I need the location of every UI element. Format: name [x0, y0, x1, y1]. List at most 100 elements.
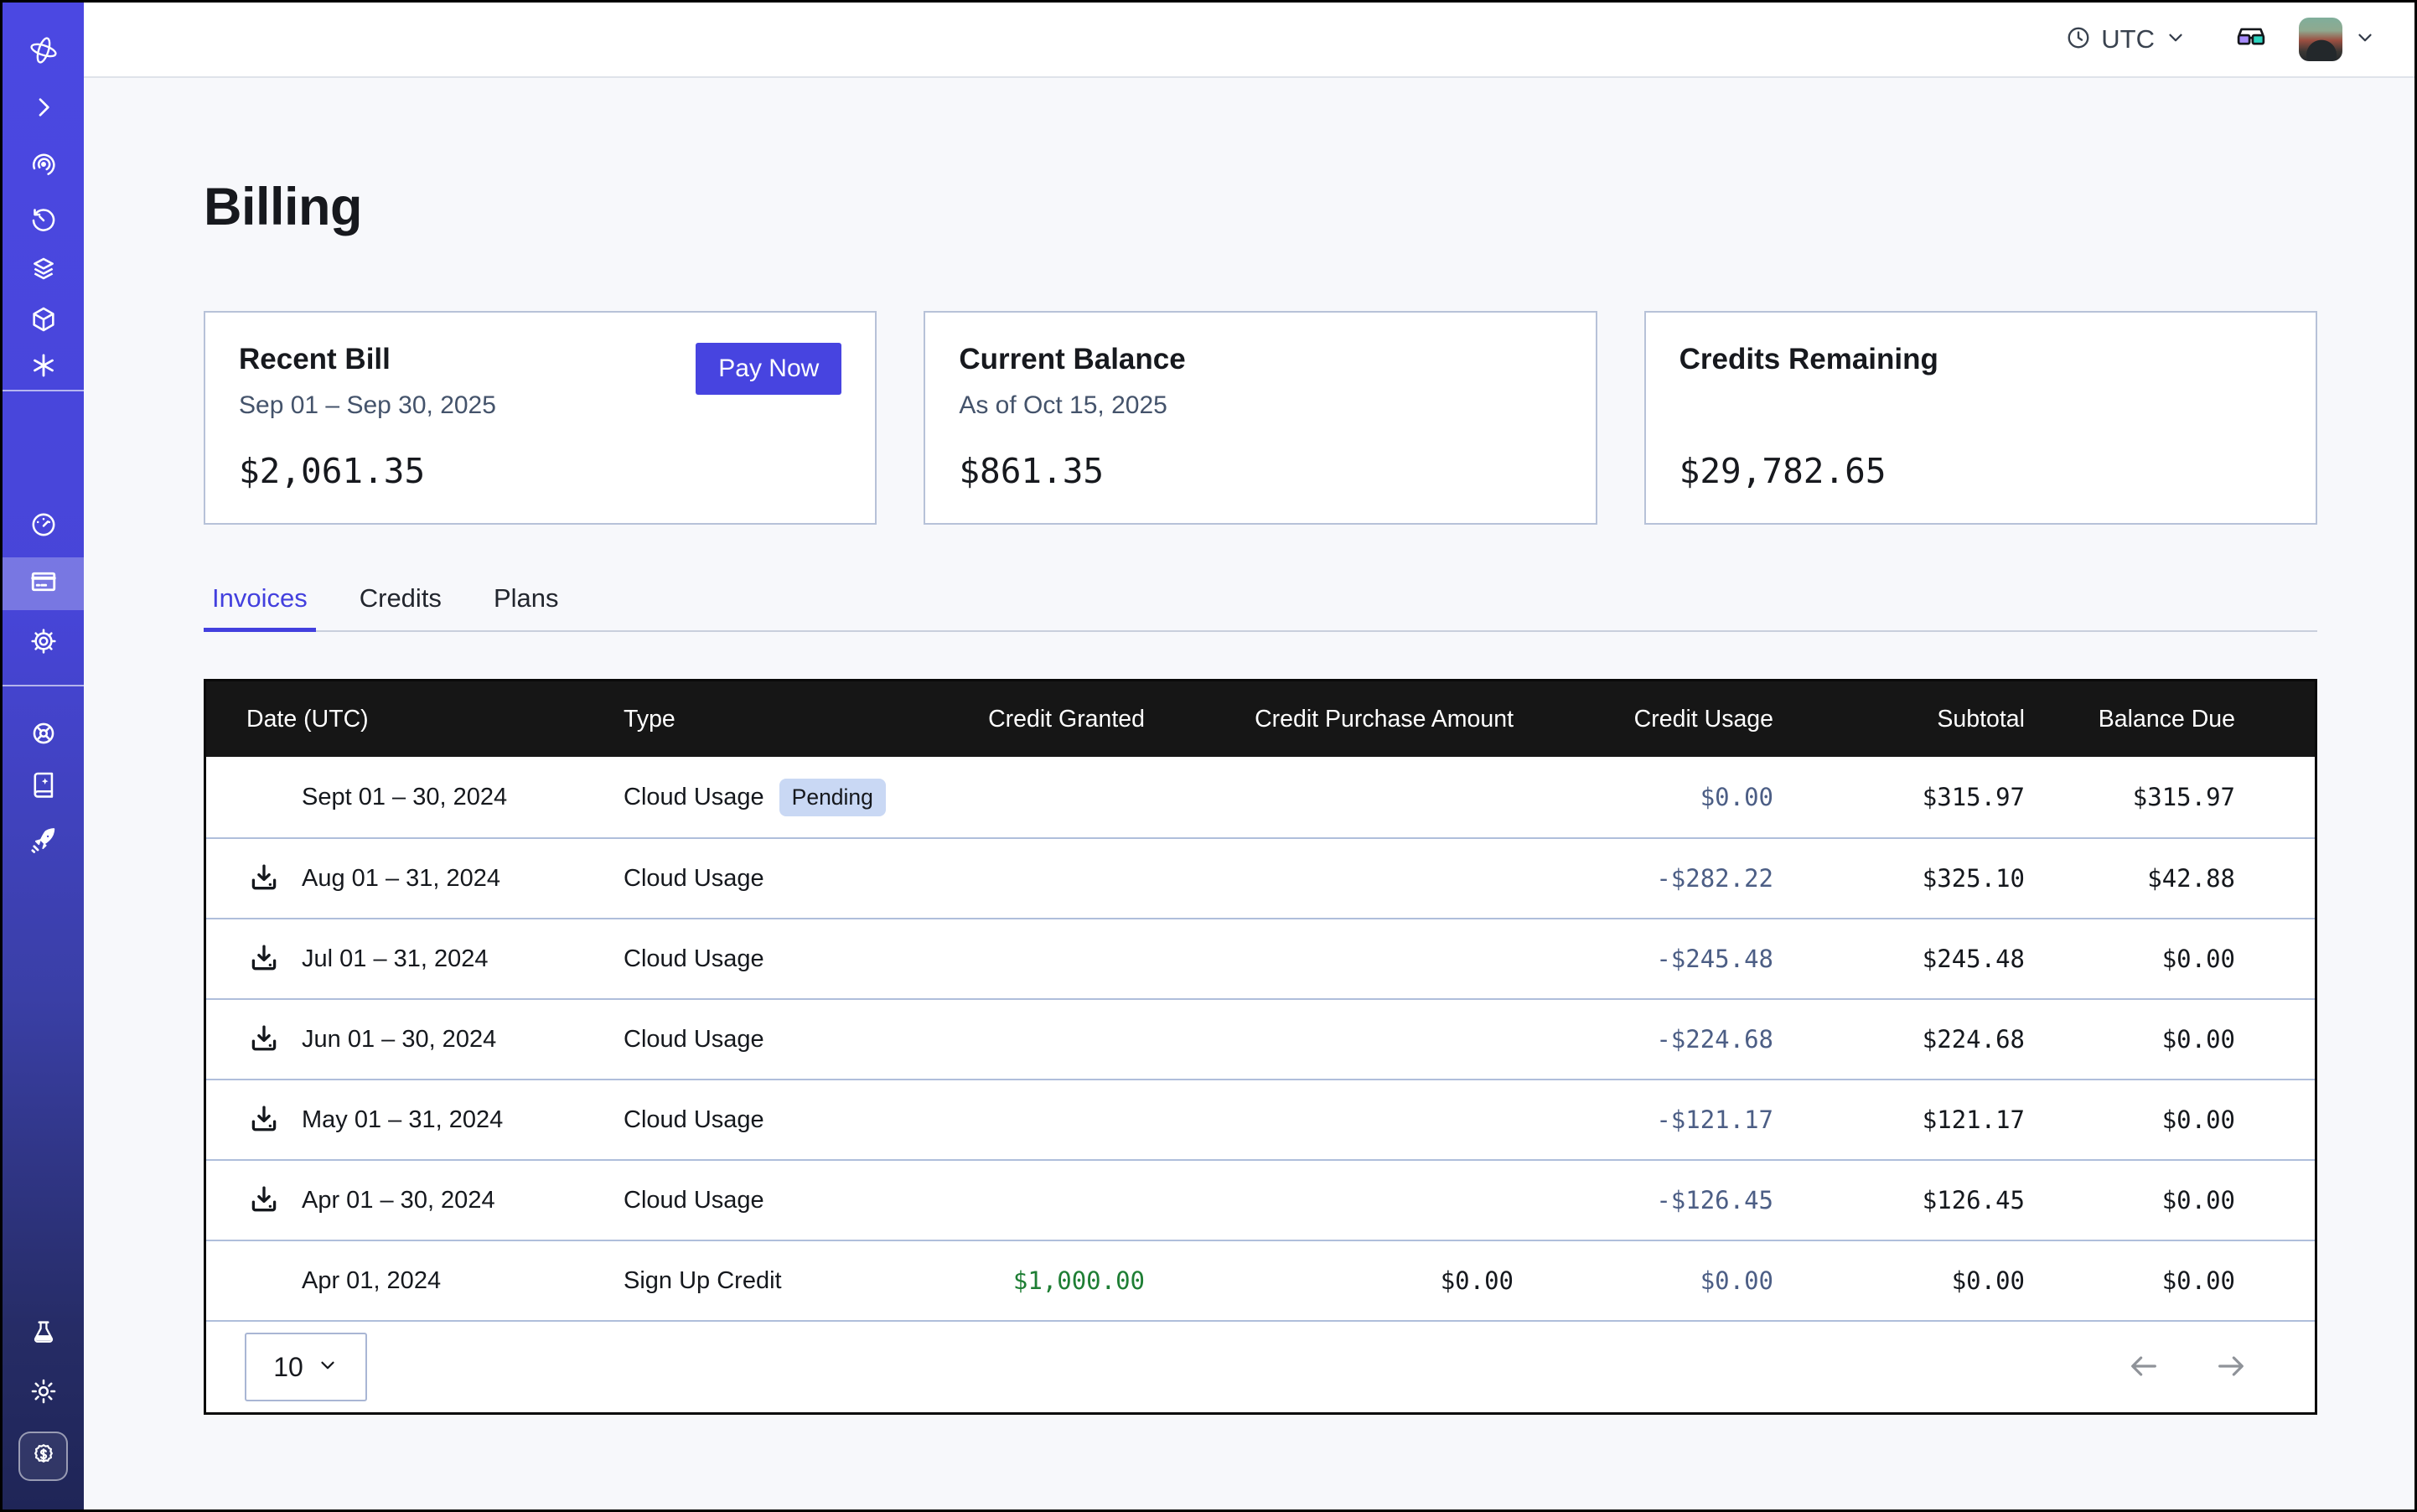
sidebar-item-dashboard[interactable]: [3, 505, 84, 545]
invoice-row: Sept 01 – 30, 2024Cloud UsagePending$0.0…: [206, 757, 2315, 837]
expand-sidebar-button[interactable]: [3, 87, 84, 127]
credit-usage-value: $0.00: [1514, 783, 1773, 811]
main-area: UTC Billing Recent Bill: [84, 3, 2414, 1509]
sidebar-item-admin[interactable]: [3, 713, 84, 753]
download-invoice-button[interactable]: [246, 861, 302, 896]
subtotal-value: $325.10: [1773, 864, 2025, 893]
arrow-left-icon: [2127, 1349, 2161, 1385]
column-header-credit-usage: Credit Usage: [1514, 706, 1773, 733]
credit-usage-value: -$282.22: [1514, 864, 1773, 893]
page-title: Billing: [204, 177, 2317, 237]
column-header-balance-due: Balance Due: [2025, 706, 2315, 733]
orbit-logo-icon: [28, 34, 60, 66]
credit-usage-value: $0.00: [1514, 1266, 1773, 1295]
theme-toggle-button[interactable]: [3, 1371, 84, 1411]
pager-arrows: [2127, 1349, 2248, 1385]
credit-card-icon: [28, 567, 59, 601]
tab-invoices[interactable]: Invoices: [204, 583, 316, 632]
download-icon[interactable]: [246, 1022, 282, 1057]
invoice-date: Jun 01 – 30, 2024: [302, 1026, 496, 1054]
sidebar-item-observe[interactable]: [3, 144, 84, 184]
user-menu[interactable]: [2299, 18, 2376, 61]
invoice-date: Sept 01 – 30, 2024: [302, 784, 507, 811]
balance-due-value: $0.00: [2025, 1266, 2315, 1295]
billing-page: Billing Recent Bill Sep 01 – Sep 30, 202…: [84, 78, 2414, 1415]
invoice-row: Apr 01, 2024Sign Up Credit$1,000.00$0.00…: [206, 1240, 2315, 1320]
cube-icon: [29, 305, 58, 334]
balance-due-value: $0.00: [2025, 1186, 2315, 1214]
current-balance-card: Current Balance As of Oct 15, 2025 $861.…: [924, 311, 1597, 525]
sidebar-item-history[interactable]: [3, 200, 84, 241]
invoice-date: Apr 01, 2024: [302, 1267, 441, 1295]
page-size-value: 10: [273, 1352, 303, 1383]
billing-period: Sep 01 – Sep 30, 2025: [239, 391, 841, 420]
clock-icon: [2066, 25, 2091, 54]
sidebar-item-services[interactable]: [3, 345, 84, 386]
app-logo[interactable]: [3, 30, 84, 70]
page-size-select[interactable]: 10: [245, 1333, 367, 1401]
column-header-subtotal: Subtotal: [1773, 706, 2025, 733]
subtotal-value: $0.00: [1773, 1266, 2025, 1295]
avatar: [2299, 18, 2342, 61]
download-icon[interactable]: [246, 941, 282, 976]
download-icon[interactable]: [246, 1183, 282, 1218]
column-header-credit-purchase-amount: Credit Purchase Amount: [1145, 706, 1514, 733]
dollar-badge-icon: [30, 1442, 57, 1471]
sidebar-divider: [3, 685, 84, 686]
balance-due-value: $315.97: [2025, 783, 2315, 811]
sidebar-divider: [3, 390, 84, 391]
table-body: Sept 01 – 30, 2024Cloud UsagePending$0.0…: [206, 757, 2315, 1320]
sidebar-item-packages[interactable]: [3, 299, 84, 339]
sidebar-item-docs[interactable]: [3, 764, 84, 805]
credits-remaining-amount: $29,782.65: [1679, 451, 2282, 491]
arrow-right-icon: [2214, 1349, 2248, 1385]
invoice-type: Cloud Usage: [624, 1106, 764, 1134]
invoice-type: Cloud Usage: [624, 865, 764, 893]
tab-plans[interactable]: Plans: [485, 583, 567, 632]
billing-tabs: Invoices Credits Plans: [204, 583, 2317, 632]
current-balance-amount: $861.35: [959, 451, 1561, 491]
subtotal-value: $315.97: [1773, 783, 2025, 811]
balance-due-value: $0.00: [2025, 1106, 2315, 1134]
pay-now-button[interactable]: Pay Now: [696, 343, 841, 395]
gear-icon: [29, 627, 58, 655]
balance-due-value: $42.88: [2025, 864, 2315, 893]
book-sparkle-icon: [29, 770, 58, 799]
invoice-row: Apr 01 – 30, 2024Cloud Usage-$126.45$126…: [206, 1159, 2315, 1240]
sidebar-item-settings[interactable]: [3, 621, 84, 661]
chevron-down-icon: [317, 1352, 339, 1383]
sidebar-item-billing[interactable]: [3, 557, 84, 610]
rocket-icon: [28, 826, 59, 856]
download-invoice-button[interactable]: [246, 1102, 302, 1137]
sidebar-item-getting-started[interactable]: [3, 821, 84, 861]
card-title: Current Balance: [959, 343, 1561, 376]
flask-icon: [29, 1318, 58, 1347]
card-title: Credits Remaining: [1679, 343, 2282, 376]
download-invoice-button[interactable]: [246, 1022, 302, 1057]
invoices-table: Date (UTC)TypeCredit GrantedCredit Purch…: [204, 679, 2317, 1415]
next-page-button[interactable]: [2214, 1349, 2248, 1385]
download-icon[interactable]: [246, 1102, 282, 1137]
download-icon[interactable]: [246, 861, 282, 896]
download-invoice-button[interactable]: [246, 941, 302, 976]
as-of-date: As of Oct 15, 2025: [959, 391, 1561, 420]
tab-credits[interactable]: Credits: [351, 583, 450, 632]
invoice-date: Aug 01 – 31, 2024: [302, 865, 500, 893]
sidebar-item-layers[interactable]: [3, 249, 84, 289]
invoice-row: Jul 01 – 31, 2024Cloud Usage-$245.48$245…: [206, 918, 2315, 998]
timezone-selector[interactable]: UTC: [2066, 24, 2187, 54]
gauge-icon: [29, 510, 58, 539]
previous-page-button[interactable]: [2127, 1349, 2161, 1385]
sun-icon: [29, 1377, 58, 1406]
reader-mode-button[interactable]: [2235, 23, 2267, 57]
invoice-date: May 01 – 31, 2024: [302, 1106, 503, 1134]
credit-usage-value: -$245.48: [1514, 945, 1773, 973]
subtotal-value: $245.48: [1773, 945, 2025, 973]
download-invoice-button[interactable]: [246, 1183, 302, 1218]
sidebar-item-labs[interactable]: [3, 1313, 84, 1353]
column-header-credit-granted: Credit Granted: [935, 706, 1145, 733]
helm-wheel-icon: [29, 719, 58, 748]
credit-usage-value: -$224.68: [1514, 1025, 1773, 1054]
table-header: Date (UTC)TypeCredit GrantedCredit Purch…: [206, 681, 2315, 757]
credits-shortcut-button[interactable]: [18, 1432, 68, 1481]
